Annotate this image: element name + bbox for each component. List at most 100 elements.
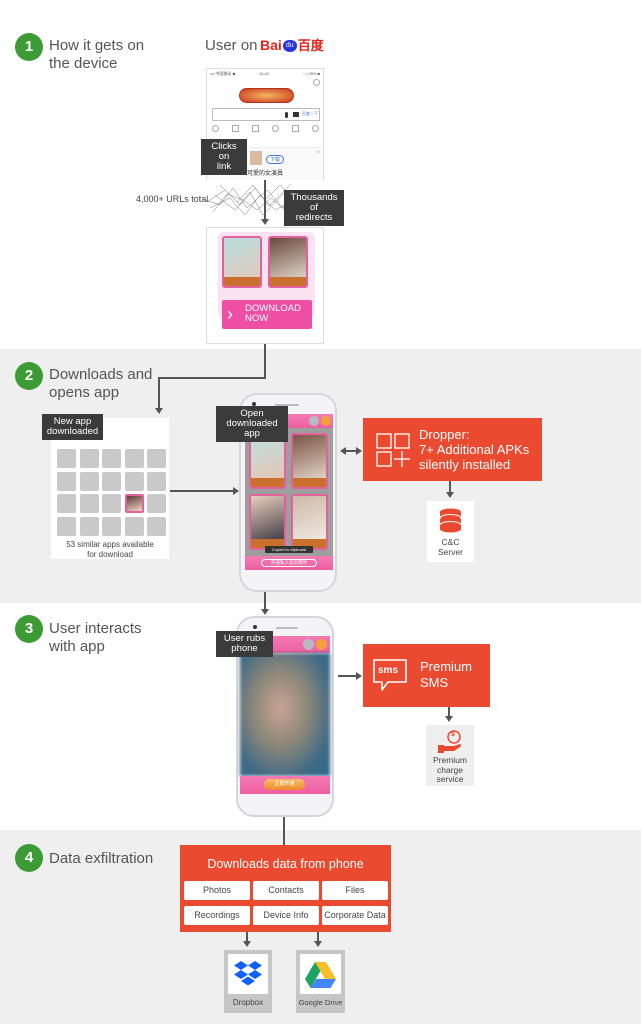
dropper-line: 7+ Additional APKs [419, 442, 530, 457]
dropper-text: Dropper: 7+ Additional APKs silently ins… [419, 427, 529, 472]
data-item-photos: Photos [184, 881, 250, 900]
status-carrier: ••• 中国移动 ◆ [210, 71, 236, 76]
tag-line: downloaded app [226, 418, 278, 439]
user-avatar-icon[interactable] [313, 79, 320, 86]
arrow-down-icon [243, 941, 251, 947]
ad-close-icon[interactable]: × [316, 150, 320, 156]
step-2-title-line1: Downloads and [49, 366, 153, 383]
step-2-badge: 2 [15, 362, 43, 390]
data-item-contacts: Contacts [253, 881, 319, 900]
tag-line: link [216, 161, 232, 172]
downloaded-app-icon[interactable] [124, 494, 144, 513]
app-placeholder-icon[interactable] [79, 516, 99, 536]
microphone-icon[interactable] [285, 112, 288, 118]
step-3-title-line1: User interacts [49, 620, 142, 637]
premium-sms-box: sms Premium SMS [363, 644, 490, 707]
arrow-down-icon [445, 716, 453, 722]
app-placeholder-icon[interactable] [57, 516, 76, 536]
arrow-left-icon [340, 447, 346, 455]
flow-line [283, 817, 285, 845]
step-3-badge: 3 [15, 615, 43, 643]
arrow-right-icon [356, 447, 362, 455]
premium-charge-card: $ Premium charge service [426, 725, 474, 786]
user-rubs-phone-tag: User rubs phone [216, 631, 273, 657]
camera-icon[interactable] [293, 112, 299, 117]
app-subscribe-button[interactable]: 立即开通 [264, 779, 305, 790]
dropbox-label: Dropbox [232, 998, 264, 1007]
app-placeholder-icon[interactable] [102, 471, 121, 491]
app-placeholder-icon[interactable] [147, 449, 166, 468]
blurred-app-image[interactable] [240, 653, 330, 776]
phone-speaker [276, 627, 298, 629]
download-now-label: DOWNLOAD NOW [245, 304, 301, 324]
quick-link-icon[interactable] [312, 125, 319, 132]
ad-download-button[interactable]: 下载 [266, 155, 285, 164]
search-button[interactable]: 百度一下 [302, 111, 318, 117]
tag-line: downloaded [46, 426, 99, 437]
sms-line: Premium [420, 659, 473, 674]
app-placeholder-icon[interactable] [57, 471, 76, 491]
search-input[interactable]: 百度一下 [212, 108, 320, 121]
baidu-logo-latin: Bai [260, 37, 282, 53]
sms-line: SMS [420, 675, 449, 690]
premium-sms-text: Premium SMS [420, 659, 472, 691]
gallery-photo[interactable] [249, 494, 286, 550]
caption-line: 53 similar apps available [66, 540, 154, 549]
database-icon [439, 508, 462, 533]
download-now-button[interactable]: › DOWNLOAD NOW [222, 300, 312, 329]
app-header-icon[interactable] [309, 416, 319, 426]
quick-link-icon[interactable] [272, 125, 279, 132]
baidu-doodle[interactable] [239, 88, 294, 103]
app-placeholder-icon[interactable] [147, 494, 166, 513]
app-header-icon[interactable] [303, 639, 314, 650]
app-placeholder-icon[interactable] [147, 471, 166, 491]
status-bar: ••• 中国移动 ◆ 14:42 ↑ • 39% ■ [207, 69, 323, 77]
quick-link-icon[interactable] [232, 125, 239, 132]
promo-photo [268, 236, 308, 288]
gallery-photo[interactable] [291, 433, 328, 489]
tag-line: Thousands of [290, 192, 338, 213]
quick-link-icon[interactable] [252, 125, 259, 132]
app-placeholder-icon[interactable] [124, 471, 144, 491]
app-placeholder-icon[interactable] [79, 449, 99, 468]
app-placeholder-icon[interactable] [57, 449, 76, 468]
arrow-down-icon [314, 941, 322, 947]
app-placeholder-icon[interactable] [79, 471, 99, 491]
tag-line: phone [231, 643, 258, 654]
chevron-right-icon: › [227, 304, 233, 324]
app-placeholder-icon[interactable] [57, 494, 76, 513]
app-placeholder-icon[interactable] [124, 449, 144, 468]
gallery-photo[interactable] [291, 494, 328, 550]
app-vip-icon[interactable] [316, 639, 327, 650]
google-drive-tile [300, 954, 341, 994]
app-vip-icon[interactable] [321, 416, 331, 426]
clicks-on-link-tag: Clicks on link [201, 139, 247, 175]
quick-link-icon[interactable] [212, 125, 219, 132]
app-placeholder-icon[interactable] [147, 516, 166, 536]
quick-link-icon[interactable] [292, 125, 299, 132]
app-placeholder-icon[interactable] [79, 494, 99, 513]
google-drive-label: Google Drive [298, 998, 343, 1007]
app-placeholder-icon[interactable] [102, 449, 121, 468]
app-footer-bar: 开通私人会员限时 [245, 556, 333, 570]
google-drive-icon [305, 962, 336, 988]
flow-line [158, 377, 160, 409]
baidu-logo: Bai du 百度 [260, 35, 324, 55]
toast-copied: Copied to clipboard [265, 546, 313, 553]
open-downloaded-app-tag: Open downloaded app [216, 406, 288, 442]
flow-line [158, 377, 266, 379]
status-battery: ↑ • 39% ■ [302, 71, 320, 76]
app-footer-button[interactable]: 开通私人会员限时 [261, 559, 317, 567]
step-1-title: How it gets on the device [49, 37, 144, 73]
app-placeholder-icon[interactable] [102, 494, 121, 513]
app-placeholder-icon[interactable] [124, 516, 144, 536]
flow-line [170, 490, 234, 492]
download-line: NOW [245, 313, 269, 324]
baidu-paw-icon: du [282, 39, 297, 52]
arrow-down-icon [155, 408, 163, 414]
flow-line [264, 592, 266, 610]
step-2-title-line2: opens app [49, 384, 120, 401]
google-drive-destination: Google Drive [296, 950, 345, 1013]
network-path [214, 191, 286, 216]
app-placeholder-icon[interactable] [102, 516, 121, 536]
